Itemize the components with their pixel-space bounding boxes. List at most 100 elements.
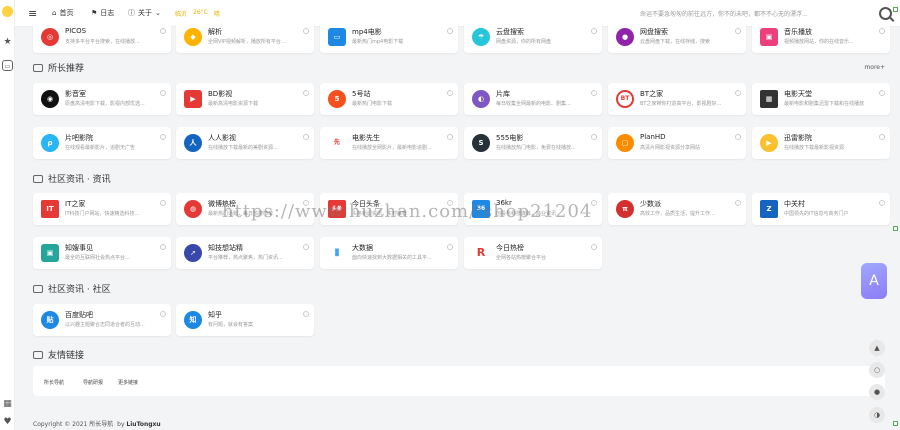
search-icon[interactable]: [879, 7, 892, 20]
app-launcher-icon[interactable]: A: [861, 263, 887, 299]
folder-icon: [33, 350, 43, 359]
info-icon[interactable]: [735, 28, 741, 34]
info-icon[interactable]: [735, 90, 741, 96]
selection-handle: [893, 7, 898, 12]
section-title-friend-links: 友情链接: [33, 348, 84, 361]
hamburger-icon[interactable]: ≡: [28, 7, 37, 20]
info-icon[interactable]: [879, 200, 885, 206]
site-card[interactable]: ▭ mp4电影 最新热门mp4电影下载: [320, 21, 458, 53]
info-icon[interactable]: [303, 244, 309, 250]
info-icon[interactable]: [735, 134, 741, 140]
section-title-news: 社区资讯 · 资讯: [33, 172, 111, 185]
site-card[interactable]: R 今日热榜 全网各站热榜聚合平台: [464, 237, 602, 269]
chat-icon[interactable]: ●: [869, 384, 885, 400]
site-card[interactable]: ➚ 知技想站精 平台推荐，热点聚焦，热门资讯...: [176, 237, 314, 269]
site-logo-icon: ▭: [328, 28, 346, 46]
site-logo-icon: IT: [41, 200, 59, 218]
info-icon[interactable]: [447, 244, 453, 250]
site-logo-icon: 5: [328, 90, 346, 108]
info-icon[interactable]: [303, 90, 309, 96]
chevron-down-icon: ⌄: [155, 9, 161, 17]
site-card[interactable]: ▶ 迅雷影院 在线播放下载最新影视资源: [752, 127, 890, 159]
site-card[interactable]: 人 人人影视 在线播放下载最新的美剧资源...: [176, 127, 314, 159]
info-icon[interactable]: [160, 200, 166, 206]
scroll-top-icon[interactable]: ▲: [869, 340, 885, 356]
nav-log[interactable]: ⚑ 日志: [91, 8, 114, 18]
info-icon[interactable]: [591, 244, 597, 250]
gift-icon[interactable]: ▦: [2, 399, 13, 410]
site-logo-icon: R: [472, 244, 490, 262]
site-card[interactable]: BT BT之家 BT之家带你打造高平台，影视剧好...: [608, 83, 746, 115]
site-card[interactable]: ▶ BD影视 最新高清电影资源下载: [176, 83, 314, 115]
info-icon[interactable]: [591, 28, 597, 34]
nav-about[interactable]: ⓘ 关于 ⌄: [128, 8, 161, 18]
section-title-recommend: 所长推荐: [33, 61, 84, 74]
info-icon[interactable]: [447, 28, 453, 34]
site-logo-icon: ▶: [760, 134, 778, 152]
info-icon[interactable]: [160, 244, 166, 250]
site-card[interactable]: Z 中关村 中国领先的IT信息与商务门户: [752, 193, 890, 225]
site-card[interactable]: ▣ 音乐播放 视频播放网站，你的在线音乐...: [752, 21, 890, 53]
info-icon[interactable]: [303, 28, 309, 34]
footer-author[interactable]: LiuTongxu: [126, 421, 160, 428]
avatar-icon[interactable]: [2, 6, 13, 17]
friend-link[interactable]: 导航研报: [83, 379, 103, 386]
weather-widget: 临沂 26°C 晴: [175, 9, 220, 18]
info-icon[interactable]: [591, 134, 597, 140]
site-card[interactable]: ☂ 云盘搜索 网盘资源，你的所有网盘: [464, 21, 602, 53]
info-icon[interactable]: [447, 134, 453, 140]
info-icon[interactable]: [879, 134, 885, 140]
site-card[interactable]: π 少数派 高效工作，品质生活，提升工作...: [608, 193, 746, 225]
info-icon[interactable]: [735, 200, 741, 206]
site-logo-icon: ➚: [184, 244, 202, 262]
star-icon[interactable]: ★: [2, 37, 13, 48]
info-icon: ⓘ: [128, 9, 135, 17]
site-logo-icon: 先: [328, 134, 346, 152]
info-icon[interactable]: [879, 90, 885, 96]
site-logo-icon: ρ: [41, 134, 59, 152]
site-card[interactable]: ρ 片吧影院 在线观看最新影片，追剧无广告: [33, 127, 171, 159]
friend-link[interactable]: 所长导航: [44, 379, 64, 386]
site-logo-icon: 人: [184, 134, 202, 152]
site-card[interactable]: ▣ 知嫂事见 最全的互联网社会热点平台...: [33, 237, 171, 269]
info-icon[interactable]: [303, 134, 309, 140]
site-logo-icon: S: [472, 134, 490, 152]
info-icon[interactable]: [303, 311, 309, 317]
site-card[interactable]: ◎ PICOS 支持多平台平台搜索，在线播放...: [33, 21, 171, 53]
heart-icon[interactable]: ♥: [2, 417, 13, 428]
site-card[interactable]: 贴 百度贴吧 以兴趣主题聚合志同道合者的互动...: [33, 304, 171, 336]
site-card[interactable]: ◆ 解析 全网VIP视频解析，播放所有平台...: [176, 21, 314, 53]
game-icon[interactable]: ▭: [2, 60, 13, 71]
search-float-icon[interactable]: ○: [869, 362, 885, 378]
site-card[interactable]: ▮ 大数据 面向快速找到大数据相关的工具平...: [320, 237, 458, 269]
info-icon[interactable]: [591, 90, 597, 96]
left-sidebar: ★ ▭ ▦ ♥: [0, 0, 15, 430]
info-icon[interactable]: [160, 134, 166, 140]
nav-home[interactable]: ⌂ 首页: [52, 8, 73, 18]
more-link[interactable]: more+: [864, 64, 885, 71]
site-logo-icon: ▣: [760, 28, 778, 46]
site-logo-icon: ▢: [616, 134, 634, 152]
info-icon[interactable]: [879, 28, 885, 34]
info-icon[interactable]: [160, 311, 166, 317]
site-card[interactable]: ◐ 片库 每日收集全网最新的电影、剧集...: [464, 83, 602, 115]
site-card[interactable]: S 555电影 在线播放热门电影，免费在线播放...: [464, 127, 602, 159]
site-logo-icon: ◉: [41, 90, 59, 108]
home-icon: ⌂: [52, 9, 57, 17]
friend-link[interactable]: 更多链接: [118, 379, 138, 386]
info-icon[interactable]: [160, 90, 166, 96]
slogan-text: 命运不要急匆匆的前往远方，你不的未吧，都不不心无的漂浮...: [640, 11, 808, 18]
info-icon[interactable]: [447, 90, 453, 96]
site-card[interactable]: IT IT之家 IT科技门户网站，快速精选科技...: [33, 193, 171, 225]
site-card[interactable]: ● 网盘搜索 云盘网盘下载，在线存储，搜索: [608, 21, 746, 53]
moon-icon[interactable]: ◑: [869, 407, 885, 423]
site-card[interactable]: ▢ PlanHD 高清片网影视资源分享网站: [608, 127, 746, 159]
site-card[interactable]: 5 5号站 最新热门电影下载: [320, 83, 458, 115]
friend-links-box: 所长导航 导航研报 更多链接: [33, 366, 885, 396]
site-card[interactable]: ◉ 影音室 原盘高清电影下载，影视内部优选...: [33, 83, 171, 115]
info-icon[interactable]: [160, 28, 166, 34]
site-card[interactable]: 先 电影先生 在线播放全网影片，最新电影追剧...: [320, 127, 458, 159]
site-card[interactable]: ▦ 电影天堂 最新电影和剧集迅雷下载和在线播放: [752, 83, 890, 115]
site-card[interactable]: 知 知乎 有问题，就会有答案: [176, 304, 314, 336]
watermark-text: https://www.huzhan.com/ishop21204: [222, 201, 593, 222]
